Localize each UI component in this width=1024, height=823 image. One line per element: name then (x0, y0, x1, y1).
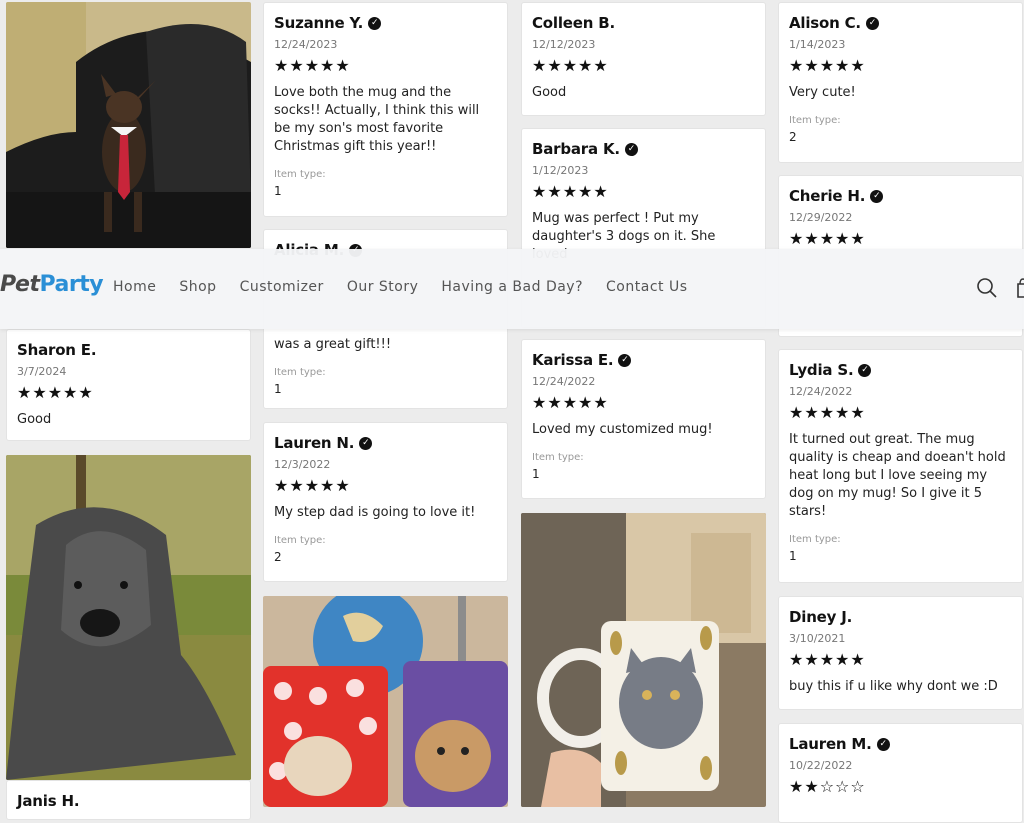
item-type-value: 1 (274, 184, 282, 198)
site-header: PetParty Home Shop Customizer Our Story … (0, 249, 1024, 329)
review-text: buy this if u like why dont we :D (789, 679, 998, 694)
review-date: 1/14/2023 (789, 38, 846, 51)
item-type-label: Item type: (789, 115, 841, 126)
item-type-label: Item type: (532, 452, 584, 463)
main-nav: Home Shop Customizer Our Story Having a … (113, 279, 711, 295)
reviewer-name: Diney J. (789, 608, 853, 626)
review-date: 12/24/2022 (789, 385, 853, 398)
reviewer-name: Sharon E. (17, 341, 97, 359)
item-type-value: 1 (789, 549, 797, 563)
reviewer-name: Lydia S. ✓ (789, 361, 1012, 379)
review-date: 12/24/2023 (274, 38, 338, 51)
check-circle-icon: ✓ (865, 16, 879, 30)
star-rating: ★★★★★ (532, 393, 609, 412)
check-circle-icon: ✓ (876, 737, 890, 751)
review-card: Lydia S. ✓ 12/24/2022 ★★★★★ It turned out… (778, 349, 1023, 583)
star-rating: ★★★★★ (274, 56, 351, 75)
check-circle-icon: ✓ (858, 363, 872, 377)
star-rating: ★★★★★ (532, 182, 609, 201)
review-date: 3/10/2021 (789, 632, 846, 645)
star-rating: ★★★★★ (17, 383, 94, 402)
search-icon[interactable] (976, 277, 998, 299)
check-circle-icon: ✓ (624, 142, 638, 156)
review-photo-cat-mug[interactable] (521, 513, 766, 807)
review-text: My step dad is going to love it! (274, 505, 476, 520)
review-text: Good (17, 412, 52, 427)
review-date: 12/24/2022 (532, 375, 596, 388)
review-card: Alison C. ✓ 1/14/2023 ★★★★★ Very cute! It… (778, 2, 1023, 163)
item-type-value: 2 (274, 550, 282, 564)
star-rating: ★★★★★ (789, 650, 866, 669)
item-type-label: Item type: (274, 535, 326, 546)
check-circle-icon: ✓ (368, 16, 382, 30)
review-text: It turned out great. The mug quality is … (789, 432, 1006, 519)
reviewer-name: Janis H. (17, 792, 80, 810)
logo-text-pet: Pet (0, 272, 40, 297)
review-text: was a great gift!!! (274, 337, 392, 352)
nav-bad-day[interactable]: Having a Bad Day? (441, 279, 583, 295)
review-card: Janis H. (6, 780, 251, 820)
star-rating: ★★★★★ (789, 229, 866, 248)
review-text: Good (532, 85, 567, 100)
review-card: Lauren N. ✓ 12/3/2022 ★★★★★ My step dad i… (263, 422, 508, 582)
review-card: Suzanne Y. ✓ 12/24/2023 ★★★★★ Love both t… (263, 2, 508, 217)
item-type-label: Item type: (274, 169, 326, 180)
site-logo[interactable]: PetParty (0, 272, 104, 297)
reviewer-name: Suzanne Y. ✓ (274, 14, 497, 32)
star-rating: ★★★★★ (532, 56, 609, 75)
reviewer-name: Barbara K. ✓ (532, 140, 755, 158)
nav-our-story[interactable]: Our Story (347, 279, 419, 295)
review-date: 12/29/2022 (789, 211, 853, 224)
nav-contact[interactable]: Contact Us (606, 279, 687, 295)
reviewer-name: Lauren N. ✓ (274, 434, 497, 452)
reviewer-name: Lauren M. ✓ (789, 735, 1012, 753)
review-card: Colleen B. 12/12/2023 ★★★★★ Good (521, 2, 766, 116)
logo-text-party: Party (39, 272, 104, 297)
item-type-value: 2 (789, 130, 797, 144)
star-rating: ★★★★★ (789, 403, 866, 422)
star-rating: ★★☆☆☆ (789, 777, 866, 796)
nav-customizer[interactable]: Customizer (240, 279, 324, 295)
review-card: Sharon E. 3/7/2024 ★★★★★ Good (6, 329, 251, 441)
item-type-label: Item type: (789, 534, 841, 545)
check-circle-icon: ✓ (359, 436, 373, 450)
review-text: Love both the mug and the socks!! Actual… (274, 85, 480, 154)
item-type-value: 1 (274, 382, 282, 396)
review-date: 1/12/2023 (532, 164, 589, 177)
check-circle-icon: ✓ (870, 189, 884, 203)
review-photo-shaggy-dog[interactable] (6, 455, 251, 780)
review-date: 10/22/2022 (789, 759, 853, 772)
item-type-value: 1 (532, 467, 540, 481)
review-photo-mugs[interactable] (263, 596, 508, 807)
review-card: Lauren M. ✓ 10/22/2022 ★★☆☆☆ (778, 723, 1023, 823)
nav-shop[interactable]: Shop (179, 279, 216, 295)
star-rating: ★★★★★ (274, 476, 351, 495)
check-circle-icon: ✓ (618, 353, 632, 367)
reviewer-name: Colleen B. (532, 14, 615, 32)
review-card: Karissa E. ✓ 12/24/2022 ★★★★★ Loved my cu… (521, 339, 766, 499)
review-date: 3/7/2024 (17, 365, 67, 378)
review-date: 12/12/2023 (532, 38, 596, 51)
star-rating: ★★★★★ (789, 56, 866, 75)
review-photo-dog-tie[interactable] (6, 2, 251, 248)
review-text: Loved my customized mug! (532, 422, 713, 437)
reviewer-name: Alison C. ✓ (789, 14, 1012, 32)
cart-icon[interactable] (1016, 278, 1024, 298)
reviewer-name: Cherie H. ✓ (789, 187, 1012, 205)
item-type-label: Item type: (274, 367, 326, 378)
review-card: Diney J. 3/10/2021 ★★★★★ buy this if u l… (778, 596, 1023, 710)
review-text: Very cute! (789, 85, 856, 100)
review-date: 12/3/2022 (274, 458, 331, 471)
reviewer-name: Karissa E. ✓ (532, 351, 755, 369)
nav-home[interactable]: Home (113, 279, 156, 295)
